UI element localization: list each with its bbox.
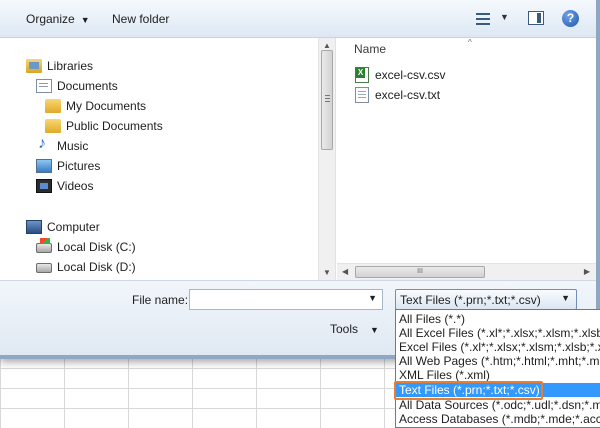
nav-item-label: Local Disk (C:) xyxy=(57,240,136,254)
scrollbar-thumb[interactable]: III xyxy=(355,266,485,278)
navigation-pane: Libraries Documents My Documents Public … xyxy=(0,38,336,280)
new-folder-button[interactable]: New folder xyxy=(112,12,169,26)
folder-icon xyxy=(45,99,61,113)
file-type-select[interactable]: Text Files (*.prn;*.txt;*.csv) ▼ xyxy=(395,289,577,310)
file-list-horizontal-scrollbar[interactable]: ◀ III ▶ xyxy=(337,263,596,280)
scrollbar-thumb[interactable] xyxy=(321,50,333,150)
scroll-right-arrow-icon[interactable]: ▶ xyxy=(584,267,590,276)
file-name-input[interactable]: ▼ xyxy=(189,289,383,310)
nav-vertical-scrollbar[interactable]: ▲ ▼ xyxy=(318,38,335,280)
nav-item-label: Libraries xyxy=(47,59,94,73)
scroll-left-arrow-icon[interactable]: ◀ xyxy=(342,267,348,276)
nav-item-label: Pictures xyxy=(57,159,101,173)
file-type-option[interactable]: Access Databases (*.mdb;*.mde;*.accdb xyxy=(396,412,600,426)
scroll-up-arrow-icon[interactable]: ▲ xyxy=(323,41,331,50)
chevron-down-icon: ▼ xyxy=(370,325,379,335)
nav-item-label: Local Disk (D:) xyxy=(57,260,136,274)
organize-label: Organize xyxy=(26,12,75,26)
file-list-pane: Name ^ excel-csv.csv excel-csv.txt ◀ III… xyxy=(337,38,596,280)
help-button[interactable]: ? xyxy=(562,10,579,27)
disk-icon xyxy=(36,263,52,273)
nav-item-label: Videos xyxy=(57,179,94,193)
file-type-selected-value: Text Files (*.prn;*.txt;*.csv) xyxy=(400,293,541,307)
view-list-icon xyxy=(476,13,490,25)
file-type-option[interactable]: XML Files (*.xml) xyxy=(396,368,600,382)
file-type-dropdown-list: All Files (*.*) All Excel Files (*.xl*;*… xyxy=(395,309,600,428)
text-file-icon xyxy=(355,87,369,103)
file-type-option[interactable]: All Data Sources (*.odc;*.udl;*.dsn;*.md… xyxy=(396,398,600,412)
disk-icon xyxy=(36,238,52,253)
nav-item-label: Computer xyxy=(47,220,100,234)
organize-button[interactable]: Organize ▼ xyxy=(26,12,90,26)
chevron-down-icon: ▼ xyxy=(500,12,509,22)
column-header-name[interactable]: Name xyxy=(354,42,386,56)
file-type-option[interactable]: Excel Files (*.xl*;*.xlsx;*.xlsm;*.xlsb;… xyxy=(396,340,600,354)
chevron-down-icon: ▼ xyxy=(561,293,570,303)
file-name: excel-csv.csv xyxy=(375,68,446,82)
scroll-down-arrow-icon[interactable]: ▼ xyxy=(323,268,331,277)
file-type-option-selected[interactable]: Text Files (*.prn;*.txt;*.csv) xyxy=(396,383,600,397)
file-type-option[interactable]: All Web Pages (*.htm;*.html;*.mht;*.mh xyxy=(396,354,600,368)
sort-ascending-icon: ^ xyxy=(468,38,472,47)
file-name: excel-csv.txt xyxy=(375,88,441,102)
nav-item-label: My Documents xyxy=(66,99,147,113)
tools-button[interactable]: Tools ▼ xyxy=(330,322,379,336)
nav-item-label: Music xyxy=(57,139,89,153)
videos-icon xyxy=(36,179,52,193)
excel-file-icon xyxy=(355,67,369,83)
computer-icon xyxy=(26,220,42,234)
tools-label: Tools xyxy=(330,322,359,336)
chevron-down-icon[interactable]: ▼ xyxy=(368,293,377,303)
change-view-button[interactable]: ▼ xyxy=(476,12,509,28)
pictures-icon xyxy=(36,159,52,173)
file-type-option[interactable]: All Files (*.*) xyxy=(396,312,600,326)
folder-icon xyxy=(45,119,61,133)
open-file-dialog: Organize ▼ New folder ▼ ? Libraries Docum… xyxy=(0,0,600,359)
file-name-label: File name: xyxy=(132,293,189,307)
dialog-toolbar: Organize ▼ New folder ▼ ? xyxy=(0,0,596,38)
music-icon xyxy=(36,135,52,153)
nav-item-label: Public Documents xyxy=(66,119,163,133)
libraries-icon xyxy=(26,59,42,73)
documents-icon xyxy=(36,79,52,93)
preview-pane-button[interactable] xyxy=(528,11,544,25)
file-type-option[interactable]: All Excel Files (*.xl*;*.xlsx;*.xlsm;*.x… xyxy=(396,326,600,340)
chevron-down-icon: ▼ xyxy=(80,15,90,25)
nav-item-label: Documents xyxy=(57,79,118,93)
